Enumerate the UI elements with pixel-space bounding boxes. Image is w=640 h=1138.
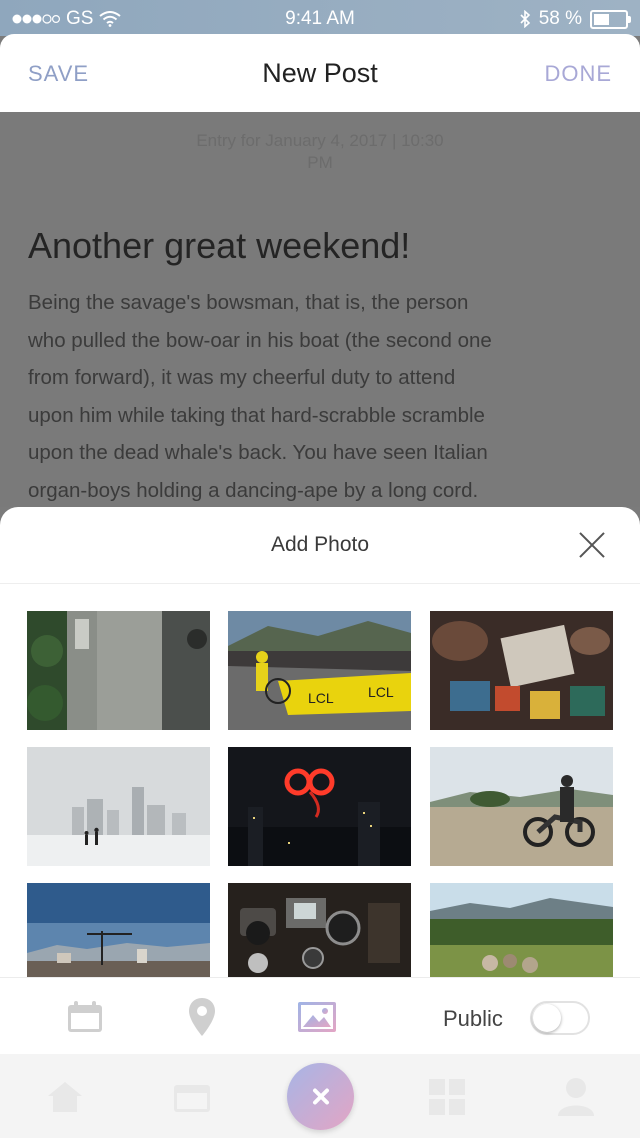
body-line: upon him while taking that hard-scrabble… — [28, 403, 485, 427]
battery-icon — [590, 9, 631, 29]
entry-body[interactable]: Being the savage's bowsman, that is, the… — [28, 284, 618, 509]
grid-icon[interactable] — [428, 1078, 466, 1116]
calendar-icon[interactable] — [66, 1000, 104, 1034]
body-line: upon the dead whale's back. You have see… — [28, 441, 488, 464]
battery-level — [594, 13, 609, 25]
body-line: Being the savage's bowsman, that is, the… — [28, 291, 469, 314]
motorcycle-rider-image — [430, 747, 613, 866]
snowy-city-image — [27, 747, 210, 866]
entry-editor: Entry for January 4, 2017 | 10:30 PM Ano… — [0, 112, 640, 507]
body-line: who pulled the bow-oar in his boat (the … — [28, 328, 492, 352]
image-icon[interactable] — [297, 1001, 337, 1033]
add-photo-sheet: Add Photo LCL LCL — [0, 507, 640, 1054]
photo-thumb-crafts-table[interactable] — [430, 611, 613, 730]
entry-title[interactable]: Another great weekend! — [28, 225, 410, 267]
photo-thumb-cycling-race[interactable]: LCL LCL — [228, 611, 411, 730]
sheet-header: Add Photo — [0, 507, 640, 584]
photo-thumb-motorcycle-rider[interactable] — [430, 747, 613, 866]
green-valley-image — [430, 883, 613, 977]
home-icon[interactable] — [46, 1080, 84, 1114]
crafts-table-image — [430, 611, 613, 730]
body-line: organ-boys holding a dancing-ape by a lo… — [28, 478, 479, 502]
aerial-street-image — [27, 611, 210, 730]
location-pin-icon[interactable] — [188, 997, 216, 1037]
photo-thumb-camera-gear[interactable] — [228, 883, 411, 977]
svg-text:LCL: LCL — [308, 690, 334, 706]
close-icon[interactable] — [578, 531, 606, 559]
public-toggle[interactable] — [530, 1001, 590, 1035]
entry-date-line: Entry for January 4, 2017 | 10:30 — [196, 131, 444, 150]
battery-percent: 58 % — [538, 8, 582, 29]
photo-thumb-green-valley[interactable] — [430, 883, 613, 977]
public-label: Public — [443, 1006, 503, 1031]
night-fireworks-image — [228, 747, 411, 866]
status-right: 58 % — [519, 8, 631, 30]
entry-date-line: PM — [307, 153, 333, 172]
photo-thumb-aerial-street[interactable] — [27, 611, 210, 730]
camera-gear-image — [228, 883, 411, 977]
nav-bar: SAVE New Post DONE — [0, 34, 640, 113]
photo-thumb-snowy-city[interactable] — [27, 747, 210, 866]
body-line: from forward), it was my cheerful duty t… — [28, 366, 456, 389]
svg-text:LCL: LCL — [368, 684, 394, 700]
done-button[interactable]: DONE — [544, 61, 612, 87]
entry-date: Entry for January 4, 2017 | 10:30 PM — [140, 130, 500, 174]
toggle-knob — [533, 1004, 561, 1032]
sheet-title: Add Photo — [270, 533, 370, 556]
photo-thumb-night-fireworks[interactable] — [228, 747, 411, 866]
bluetooth-icon — [520, 10, 530, 28]
status-bar: GS 9:41 AM 58 % — [0, 0, 640, 36]
post-toolbar: Public — [0, 977, 640, 1055]
close-fab-button[interactable] — [287, 1063, 354, 1130]
cycling-race-image: LCL LCL — [228, 611, 411, 730]
construction-skyline-image — [27, 883, 210, 977]
photo-thumb-construction-skyline[interactable] — [27, 883, 210, 977]
calendar-icon[interactable] — [172, 1080, 212, 1114]
profile-icon[interactable] — [556, 1076, 596, 1116]
